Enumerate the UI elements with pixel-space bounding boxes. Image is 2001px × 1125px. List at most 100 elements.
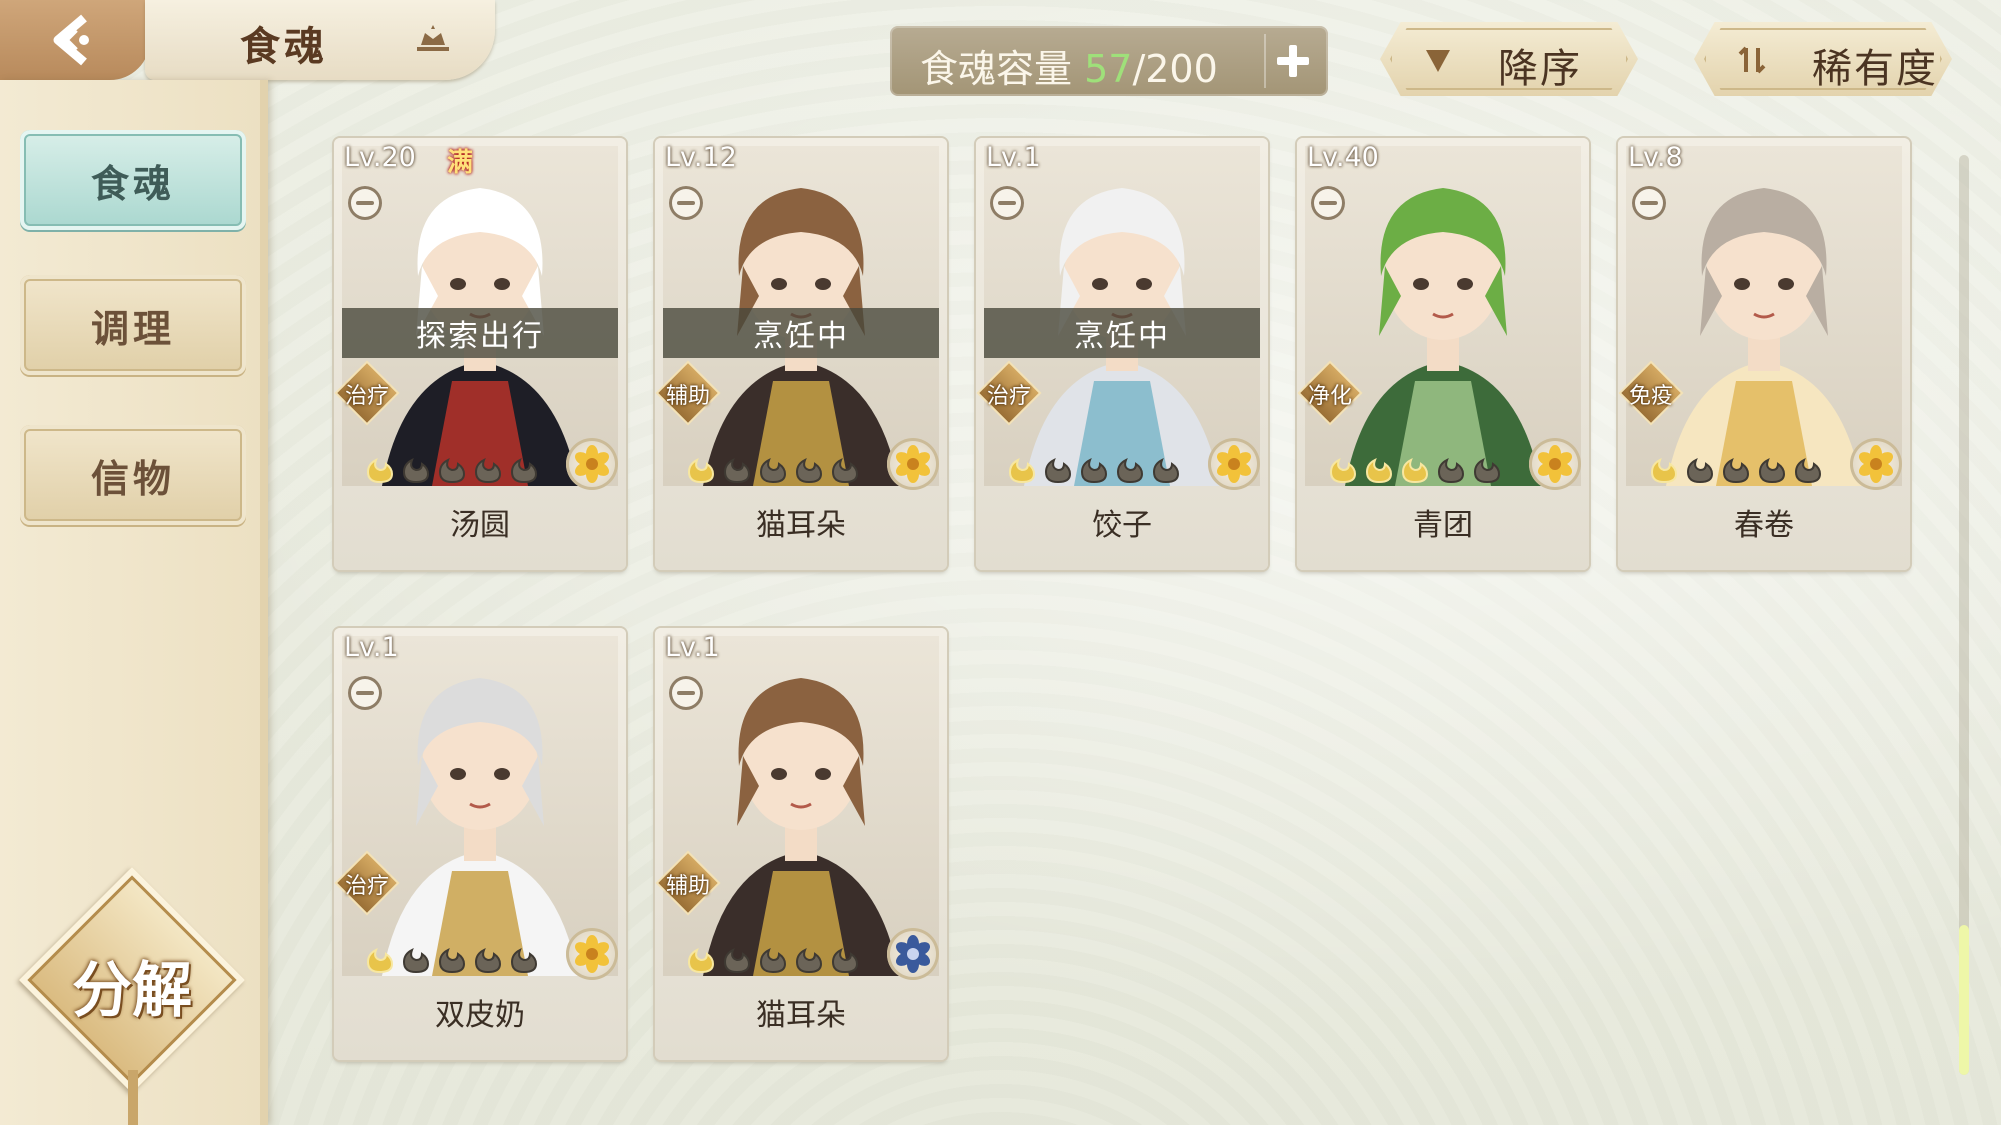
food-soul-name: 青团 bbox=[1413, 508, 1473, 543]
sort-order-button[interactable]: 降序 bbox=[1380, 22, 1638, 96]
flame-star-empty-icon bbox=[474, 457, 502, 484]
food-soul-card[interactable]: Lv.1 烹饪中治疗饺子 bbox=[976, 138, 1268, 570]
flame-star-empty-icon bbox=[1152, 457, 1180, 484]
character-portrait bbox=[663, 636, 939, 976]
flame-star-empty-icon bbox=[1758, 457, 1786, 484]
flame-star-filled-icon bbox=[687, 457, 715, 484]
role-badge: 治疗 bbox=[974, 363, 1044, 423]
capacity-display: 食魂容量 57/200 bbox=[890, 26, 1328, 96]
flame-star-empty-icon bbox=[510, 947, 538, 974]
flame-star-empty-icon bbox=[723, 947, 751, 974]
flame-star-empty-icon bbox=[795, 457, 823, 484]
back-arrow-icon bbox=[53, 14, 89, 66]
top-bar: 食魂 食魂容量 57/200 降序 稀有度 bbox=[0, 0, 2001, 96]
blue-flower-rarity-icon bbox=[887, 928, 939, 980]
role-label: 净化 bbox=[1307, 384, 1352, 409]
gold-flower-rarity-icon bbox=[887, 438, 939, 490]
flame-star-empty-icon bbox=[1722, 457, 1750, 484]
sort-key-label: 稀有度 bbox=[1812, 46, 1938, 92]
flame-star-empty-icon bbox=[1437, 457, 1465, 484]
sidebar-item-cooking[interactable]: 调理 bbox=[20, 275, 246, 375]
gold-flower-rarity-icon bbox=[566, 438, 618, 490]
status-banner: 烹饪中 bbox=[984, 308, 1260, 358]
food-soul-name: 春卷 bbox=[1734, 508, 1794, 543]
role-badge: 治疗 bbox=[332, 853, 402, 913]
sidebar-item-label: 食魂 bbox=[90, 161, 175, 206]
food-soul-name: 双皮奶 bbox=[435, 998, 525, 1033]
character-portrait bbox=[1626, 146, 1902, 486]
page-title: 食魂 bbox=[240, 24, 328, 70]
role-label: 辅助 bbox=[665, 874, 710, 899]
food-soul-card[interactable]: Lv.20 满探索出行 治疗 汤圆 bbox=[334, 138, 626, 570]
bowl-icon bbox=[669, 186, 703, 220]
role-label: 辅助 bbox=[665, 384, 710, 409]
flame-star-empty-icon bbox=[759, 947, 787, 974]
bowl-icon bbox=[348, 186, 382, 220]
food-soul-card[interactable]: Lv.8 免疫春卷 bbox=[1618, 138, 1910, 570]
flame-star-empty-icon bbox=[1473, 457, 1501, 484]
flame-star-empty-icon bbox=[474, 947, 502, 974]
role-label: 免疫 bbox=[1628, 384, 1673, 409]
bowl-icon bbox=[348, 676, 382, 710]
character-portrait bbox=[1305, 146, 1581, 486]
flame-star-filled-icon bbox=[1329, 457, 1357, 484]
level-label: Lv.20 bbox=[344, 142, 416, 173]
flame-star-empty-icon bbox=[402, 947, 430, 974]
flame-star-empty-icon bbox=[759, 457, 787, 484]
role-label: 治疗 bbox=[986, 384, 1031, 409]
food-soul-name: 猫耳朵 bbox=[756, 998, 846, 1033]
flame-star-empty-icon bbox=[438, 457, 466, 484]
flame-star-empty-icon bbox=[510, 457, 538, 484]
bowl-icon bbox=[990, 186, 1024, 220]
sidebar-item-tokens[interactable]: 信物 bbox=[20, 425, 246, 525]
sidebar-item-label: 调理 bbox=[90, 306, 175, 351]
flame-star-empty-icon bbox=[1044, 457, 1072, 484]
sidebar-item-label: 信物 bbox=[90, 456, 175, 501]
level-label: Lv.1 bbox=[665, 632, 720, 663]
bowl-icon bbox=[1311, 186, 1345, 220]
flame-star-filled-icon bbox=[1365, 457, 1393, 484]
level-label: Lv.8 bbox=[1628, 142, 1683, 173]
add-capacity-button[interactable] bbox=[1264, 34, 1320, 88]
sort-order-label: 降序 bbox=[1498, 46, 1582, 92]
sort-key-button[interactable]: 稀有度 bbox=[1694, 22, 1952, 96]
flame-star-empty-icon bbox=[831, 947, 859, 974]
decompose-label[interactable]: 分解 bbox=[52, 942, 212, 1029]
food-soul-card[interactable]: Lv.12 烹饪中 辅助 猫耳朵 bbox=[655, 138, 947, 570]
role-label: 治疗 bbox=[344, 384, 389, 409]
flame-star-empty-icon bbox=[723, 457, 751, 484]
flame-star-filled-icon bbox=[687, 947, 715, 974]
food-soul-card[interactable]: Lv.40 净化 青团 bbox=[1297, 138, 1589, 570]
flame-star-empty-icon bbox=[831, 457, 859, 484]
bowl-icon bbox=[669, 676, 703, 710]
food-soul-name: 饺子 bbox=[1092, 508, 1152, 543]
star-rating bbox=[364, 942, 540, 974]
capacity-current: 57 bbox=[1084, 47, 1133, 91]
food-soul-card[interactable]: Lv.1 治疗双皮奶 bbox=[334, 628, 626, 1060]
gold-flower-rarity-icon bbox=[1850, 438, 1902, 490]
sidebar-item-food-souls[interactable]: 食魂 bbox=[20, 130, 246, 230]
status-banner: 探索出行 bbox=[342, 308, 618, 358]
back-button[interactable] bbox=[0, 0, 150, 80]
swap-icon bbox=[1736, 44, 1768, 76]
flame-star-empty-icon bbox=[1080, 457, 1108, 484]
flame-star-empty-icon bbox=[438, 947, 466, 974]
level-label: Lv.1 bbox=[986, 142, 1041, 173]
scrollbar-thumb[interactable] bbox=[1959, 925, 1969, 1075]
gold-flower-rarity-icon bbox=[1208, 438, 1260, 490]
level-label: Lv.1 bbox=[344, 632, 399, 663]
flame-star-empty-icon bbox=[795, 947, 823, 974]
flame-star-filled-icon bbox=[1650, 457, 1678, 484]
capacity-label: 食魂容量 bbox=[920, 47, 1085, 91]
character-portrait bbox=[342, 636, 618, 976]
title-plate: 食魂 bbox=[145, 0, 495, 80]
plus-icon bbox=[1277, 45, 1309, 77]
triangle-down-icon bbox=[1422, 44, 1454, 76]
crown-icon[interactable] bbox=[413, 22, 453, 58]
level-label: Lv.12 bbox=[665, 142, 737, 173]
role-badge: 治疗 bbox=[332, 363, 402, 423]
star-rating bbox=[685, 452, 861, 484]
food-soul-name: 猫耳朵 bbox=[756, 508, 846, 543]
food-soul-card[interactable]: Lv.1 辅助猫耳朵 bbox=[655, 628, 947, 1060]
scrollbar[interactable] bbox=[1959, 155, 1969, 1075]
